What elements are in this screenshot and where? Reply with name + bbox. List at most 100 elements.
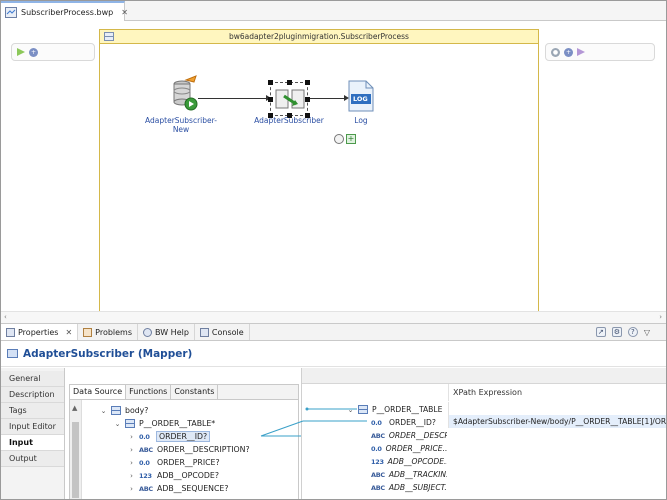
expand-icon[interactable]: › — [128, 433, 135, 441]
tree-row-order-description[interactable]: › ABC ORDER__DESCRIPTION? — [128, 443, 250, 456]
expand-icon[interactable]: › — [128, 446, 135, 454]
editor-tab-subscriberprocess[interactable]: SubscriberProcess.bwp ✕ — [1, 1, 128, 21]
decimal-type-icon: 0.0 — [139, 458, 150, 467]
tab-functions[interactable]: Functions — [126, 385, 172, 399]
side-tab-output[interactable]: Output — [1, 451, 64, 467]
help-icon[interactable]: ? — [627, 327, 638, 337]
add-icon[interactable]: + — [346, 134, 356, 144]
expand-icon[interactable]: ⌄ — [347, 406, 354, 414]
canvas-scroll-stub: ‹ › — [1, 311, 666, 323]
editor-tab-strip: SubscriberProcess.bwp ✕ — [1, 1, 666, 21]
transition-line[interactable] — [198, 98, 268, 99]
problems-icon — [83, 327, 93, 337]
activity-label-adaptersubscriber-new: AdapterSubscriber- New — [145, 116, 217, 134]
string-type-icon: ABC — [371, 470, 385, 479]
expand-icon[interactable]: › — [128, 485, 135, 493]
expand-icon[interactable]: › — [128, 459, 135, 467]
transition-line[interactable] — [310, 98, 346, 99]
tree-label: body? — [125, 406, 149, 415]
settings-icon[interactable]: ⚙ — [611, 327, 622, 337]
target-row-order-price[interactable]: 0.0 ORDER__PRICE... — [371, 442, 447, 455]
scroll-up-icon[interactable]: ▲ — [72, 404, 77, 412]
target-label: ADB__SUBJECT... — [388, 483, 447, 492]
side-tab-input[interactable]: Input — [1, 435, 64, 451]
tab-constants[interactable]: Constants — [171, 385, 219, 399]
process-container[interactable]: bw6adapter2pluginmigration.SubscriberPro… — [99, 29, 539, 325]
properties-icon — [6, 327, 15, 337]
scroll-left-icon[interactable]: ‹ — [4, 313, 7, 321]
vertical-scrollbar[interactable]: ▲ — [70, 400, 82, 499]
tab-console-label: Console — [211, 327, 244, 337]
group-icon[interactable]: ● — [551, 47, 560, 57]
xpath-expression-header: XPath Expression — [448, 384, 666, 401]
target-label: ORDER__PRICE... — [385, 444, 447, 453]
scroll-right-icon[interactable]: › — [659, 313, 662, 321]
activity-label-adaptersubscriber: AdapterSubscriber — [254, 116, 324, 125]
tree-row-adb-sequence[interactable]: › ABC ADB__SEQUENCE? — [128, 482, 228, 495]
tab-properties-label: Properties — [18, 327, 59, 337]
activity-log[interactable]: LOG — [348, 80, 374, 112]
target-label: ORDER__ID? — [389, 418, 436, 427]
target-label: ADB__TRACKIN... — [388, 470, 447, 479]
element-icon — [125, 419, 135, 428]
log-icon-text: LOG — [353, 95, 368, 103]
target-header-bar — [302, 368, 666, 384]
target-row-order-table[interactable]: ⌄ P__ORDER__TABLE — [347, 403, 447, 416]
target-row-order-id[interactable]: 0.0 ORDER__ID? — [371, 416, 447, 429]
tab-problems[interactable]: Problems — [78, 324, 139, 340]
tree-label: ADB__OPCODE? — [157, 471, 219, 480]
side-tab-description[interactable]: Description — [1, 387, 64, 403]
target-row-adb-tracking[interactable]: ABC ADB__TRACKIN... — [371, 468, 447, 481]
tab-bw-help[interactable]: BW Help — [138, 324, 195, 340]
tree-row-order-table[interactable]: ⌄ P__ORDER__TABLE* — [114, 417, 215, 430]
no-entry-icon[interactable] — [334, 134, 344, 144]
tab-data-source[interactable]: Data Source — [70, 385, 127, 399]
tree-label: ORDER__PRICE? — [157, 458, 220, 467]
expand-icon[interactable]: ⌄ — [100, 407, 107, 415]
app-window: SubscriberProcess.bwp ✕ + bw6adapter2plu… — [0, 0, 667, 500]
side-tab-input-editor[interactable]: Input Editor — [1, 419, 64, 435]
activity-adaptersubscriber-new[interactable] — [166, 74, 202, 114]
tree-row-order-price[interactable]: › 0.0 ORDER__PRICE? — [128, 456, 220, 469]
process-icon — [104, 32, 114, 41]
right-swimlane[interactable]: ● + — [545, 43, 655, 61]
process-title-bar: bw6adapter2pluginmigration.SubscriberPro… — [100, 30, 538, 44]
tree-row-adb-opcode[interactable]: › 123 ADB__OPCODE? — [128, 469, 219, 482]
left-swimlane[interactable]: + — [11, 43, 95, 61]
tree-row-body[interactable]: ⌄ body? — [100, 404, 148, 417]
tab-properties[interactable]: Properties ✕ — [1, 324, 79, 340]
tab-problems-label: Problems — [95, 327, 133, 337]
view-tab-strip: Properties ✕ Problems BW Help Console ↗ … — [1, 323, 666, 341]
new-window-icon[interactable]: ↗ — [595, 327, 606, 337]
element-icon — [111, 406, 121, 415]
scrollbar-thumb[interactable] — [72, 422, 79, 498]
properties-title: AdapterSubscriber (Mapper) — [23, 347, 193, 360]
side-tab-tags[interactable]: Tags — [1, 403, 64, 419]
expand-icon[interactable]: › — [128, 472, 135, 480]
view-menu-icon[interactable]: ▽ — [644, 328, 650, 337]
activity-adaptersubscriber[interactable] — [268, 80, 310, 118]
target-row-order-description[interactable]: ABC ORDER__DESCR... — [371, 429, 447, 442]
string-type-icon: ABC — [139, 445, 153, 454]
integer-type-icon: 123 — [139, 471, 152, 480]
process-canvas[interactable]: + bw6adapter2pluginmigration.SubscriberP… — [1, 21, 666, 325]
activity-label-log: Log — [354, 116, 368, 125]
xpath-row[interactable] — [448, 402, 666, 415]
tab-bw-help-label: BW Help — [155, 327, 189, 337]
close-icon[interactable]: ✕ — [65, 328, 72, 337]
close-icon[interactable]: ✕ — [121, 8, 128, 17]
string-type-icon: ABC — [139, 484, 153, 493]
side-tab-general[interactable]: General — [1, 371, 64, 387]
expand-icon[interactable]: ⌄ — [114, 420, 121, 428]
process-name: bw6adapter2pluginmigration.SubscriberPro… — [229, 32, 409, 41]
properties-side-tabs: General Description Tags Input Editor In… — [1, 368, 65, 499]
target-row-adb-opcode[interactable]: 123 ADB__OPCODE... — [371, 455, 447, 468]
panel-toolbar: ↗ ⚙ ? ▽ — [595, 324, 666, 340]
tree-row-order-id[interactable]: › 0.0 ORDER__ID? — [128, 430, 211, 443]
target-label: P__ORDER__TABLE — [372, 405, 443, 414]
tab-console[interactable]: Console — [195, 324, 250, 340]
target-row-adb-subject[interactable]: ABC ADB__SUBJECT... — [371, 481, 447, 494]
add-icon[interactable]: + — [564, 47, 573, 57]
add-icon[interactable]: + — [29, 47, 38, 57]
xpath-row-order-id[interactable]: $AdapterSubscriber-New/body/P__ORDER__TA… — [448, 415, 666, 428]
